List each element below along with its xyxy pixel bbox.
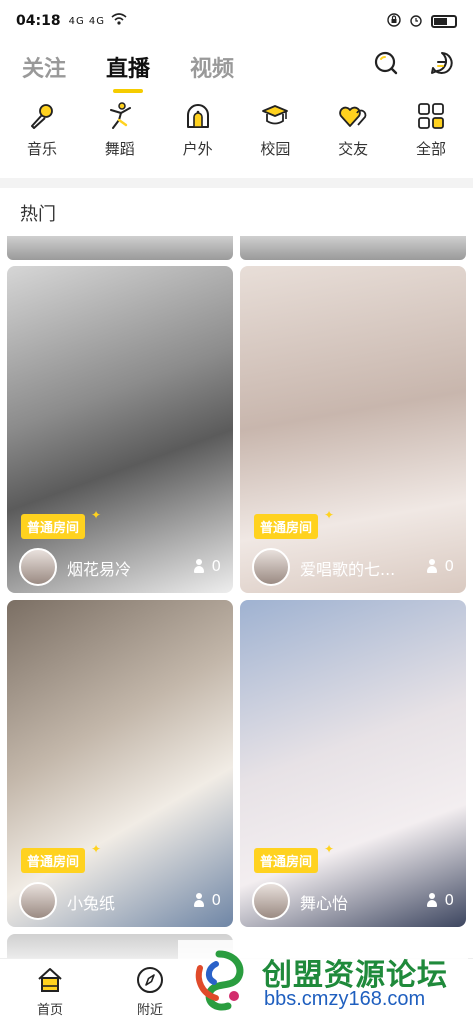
live-card[interactable]: 普通房间 ✦ 小兔纸 0	[7, 600, 233, 927]
dancer-icon	[104, 100, 136, 132]
cover-image	[240, 266, 466, 593]
tab-live[interactable]: 直播	[106, 51, 150, 83]
microphone-icon	[26, 100, 58, 132]
category-label: 舞蹈	[104, 140, 135, 158]
viewer-number: 0	[211, 891, 221, 909]
lock-icon	[387, 12, 401, 30]
viewer-number: 0	[444, 557, 454, 575]
signal-indicator: 4G 4G	[68, 15, 105, 27]
nav-label: 附近	[136, 1003, 163, 1018]
home-icon	[35, 965, 65, 995]
nav-label: 首页	[36, 1003, 63, 1018]
wifi-icon	[111, 13, 127, 29]
person-icon	[193, 893, 205, 907]
category-label: 户外	[182, 140, 213, 158]
alarm-icon	[409, 13, 423, 30]
sparkle-icon: ✦	[91, 842, 102, 856]
battery-icon	[431, 14, 457, 28]
person-icon	[426, 559, 438, 573]
category-row: 音乐 舞蹈 户外 校园 交友 全部	[0, 100, 473, 176]
status-bar: 04:18 4G 4G	[0, 0, 473, 42]
category-friends[interactable]: 交友	[329, 100, 377, 176]
viewer-count: 0	[193, 557, 221, 575]
live-card[interactable]: 普通房间 ✦ 舞心怡 0	[240, 600, 466, 927]
section-divider	[0, 178, 473, 188]
tab-follow[interactable]: 关注	[22, 51, 66, 83]
grid-icon	[415, 100, 447, 132]
sparkle-icon: ✦	[324, 842, 335, 856]
category-music[interactable]: 音乐	[18, 100, 66, 176]
avatar	[19, 548, 57, 586]
room-badge: 普通房间	[21, 848, 86, 873]
avatar	[19, 882, 57, 920]
room-badge: 普通房间	[254, 848, 319, 873]
live-card[interactable]: 普通房间 ✦ 烟花易冷 0	[7, 266, 233, 593]
tab-video[interactable]: 视频	[190, 51, 234, 83]
status-time: 04:18	[16, 13, 61, 29]
category-label: 音乐	[26, 140, 57, 158]
streamer-name: 爱唱歌的七...	[300, 560, 396, 579]
person-icon	[193, 559, 205, 573]
nav-home[interactable]: 首页	[0, 959, 100, 1024]
streamer-name: 烟花易冷	[67, 560, 132, 579]
partial-card[interactable]	[7, 236, 233, 260]
room-badge: 普通房间	[21, 514, 86, 539]
category-dance[interactable]: 舞蹈	[96, 100, 144, 176]
sparkle-icon: ✦	[324, 508, 335, 522]
viewer-count: 0	[426, 557, 454, 575]
cover-image	[7, 266, 233, 593]
hearts-icon	[337, 100, 369, 132]
watermark: 创盟资源论坛 bbs.cmzy168.com	[178, 940, 468, 1020]
section-title: 热门	[20, 204, 56, 225]
tent-icon	[182, 100, 214, 132]
sparkle-icon: ✦	[91, 508, 102, 522]
room-badge: 普通房间	[254, 514, 319, 539]
message-icon[interactable]	[429, 50, 455, 76]
viewer-count: 0	[426, 891, 454, 909]
streamer-name: 小兔纸	[67, 894, 116, 913]
person-icon	[426, 893, 438, 907]
partial-card[interactable]	[240, 236, 466, 260]
compass-icon	[135, 965, 165, 995]
viewer-count: 0	[193, 891, 221, 909]
graduation-cap-icon	[259, 100, 291, 132]
avatar	[252, 882, 290, 920]
category-all[interactable]: 全部	[407, 100, 455, 176]
category-outdoor[interactable]: 户外	[174, 100, 222, 176]
search-icon[interactable]	[373, 50, 399, 76]
watermark-url: bbs.cmzy168.com	[264, 988, 426, 1010]
viewer-number: 0	[444, 891, 454, 909]
cover-image	[7, 600, 233, 927]
category-label: 校园	[260, 140, 291, 158]
watermark-logo	[186, 948, 252, 1014]
category-label: 全部	[415, 140, 446, 158]
live-card[interactable]: 普通房间 ✦ 爱唱歌的七... 0	[240, 266, 466, 593]
cover-image	[240, 600, 466, 927]
category-label: 交友	[338, 140, 369, 158]
category-campus[interactable]: 校园	[251, 100, 299, 176]
avatar	[252, 548, 290, 586]
viewer-number: 0	[211, 557, 221, 575]
streamer-name: 舞心怡	[300, 894, 349, 913]
